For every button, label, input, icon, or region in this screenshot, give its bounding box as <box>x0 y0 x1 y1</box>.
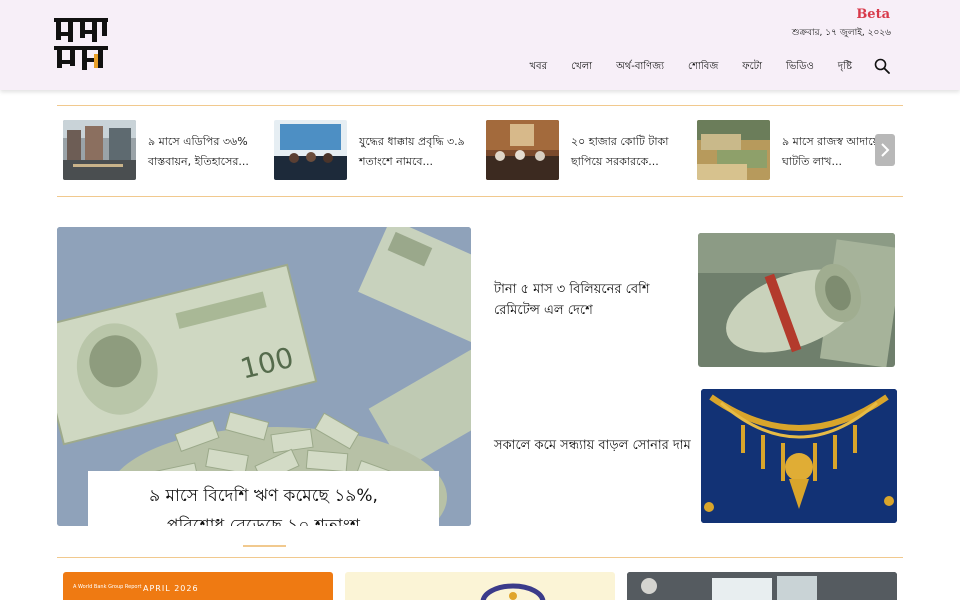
gold-necklace-image <box>701 389 897 523</box>
nav-item-news[interactable]: খবর <box>529 59 547 76</box>
side-story-headline[interactable]: টানা ৫ মাস ৩ বিলিয়নের বেশি রেমিটেন্স এল… <box>494 279 694 321</box>
nav-item-sports[interactable]: খেলা <box>571 59 592 76</box>
lead-story-title-line2: পরিশোধ বেড়েছে ১০ শতাংশ <box>167 516 360 526</box>
ticker-thumbnail <box>274 120 347 180</box>
main-nav: খবর খেলা অর্থ-বাণিজ্য শোবিজ ফটো ভিডিও দৃ… <box>505 59 852 76</box>
divider-bottom <box>57 557 903 558</box>
lead-story-underline <box>243 545 286 547</box>
lead-story-caption: ৯ মাসে বিদেশি ঋণ কমেছে ১৯%, পরিশোধ বেড়ে… <box>88 471 439 526</box>
ticker-item[interactable]: যুদ্ধের ধাক্কায় প্রবৃদ্ধি ৩.৯ শতাংশে না… <box>268 120 478 182</box>
lead-story[interactable]: 100 ৯ মাসে বিদেশি ঋণ কমেছে ১৯%, পরিশোধ ব… <box>57 227 471 526</box>
lead-story-title-line1: ৯ মাসে বিদেশি ঋণ কমেছে ১৯%, <box>149 486 378 506</box>
newspaper-logo[interactable] <box>54 14 110 72</box>
ticker-item[interactable]: ২০ হাজার কোটি টাকা ছাপিয়ে সরকারকে... <box>480 120 690 182</box>
ticker-item[interactable]: ৯ মাসে রাজস্ব আদায়ে ঘাটতি লাখ... <box>691 120 891 182</box>
clock-illustration <box>480 583 546 600</box>
report-subtitle: A World Bank Group Report <box>73 584 142 590</box>
ticker-thumbnail <box>63 120 136 180</box>
nav-item-business[interactable]: অর্থ-বাণিজ্য <box>616 59 664 76</box>
side-story-thumbnail[interactable] <box>698 233 895 367</box>
bottom-story-card[interactable] <box>345 572 615 600</box>
beta-badge: Beta <box>856 7 890 22</box>
chevron-right-icon <box>881 143 890 157</box>
divider-ticker <box>57 196 903 197</box>
side-story-headline[interactable]: সকালে কমে সন্ধ্যায় বাড়ল সোনার দাম <box>494 435 694 456</box>
ticker-thumbnail <box>486 120 559 180</box>
nav-item-view[interactable]: দৃষ্টি <box>838 59 852 76</box>
search-icon[interactable] <box>874 58 890 74</box>
ticker-headline: যুদ্ধের ধাক্কায় প্রবৃদ্ধি ৩.৯ শতাংশে না… <box>359 135 465 168</box>
report-date: APRIL 2026 <box>143 584 199 593</box>
site-header: Beta শুক্রবার, ১৭ জুলাই, ২০২৬ খবর খেলা অ… <box>0 0 960 90</box>
ticker-thumbnail <box>697 120 770 180</box>
side-story-thumbnail[interactable] <box>701 389 897 523</box>
ticker-next-button[interactable] <box>875 134 895 166</box>
news-ticker: ৯ মাসে এডিপির ৩৬% বাস্তবায়ন, ইতিহাসের..… <box>57 106 903 196</box>
nav-item-video[interactable]: ভিডিও <box>786 59 814 76</box>
office-image <box>627 572 897 600</box>
bottom-story-card[interactable]: A World Bank Group Report APRIL 2026 <box>63 572 333 600</box>
dollar-roll-image <box>698 233 895 367</box>
nav-item-photo[interactable]: ফটো <box>742 59 762 76</box>
bottom-story-card[interactable] <box>627 572 897 600</box>
ticker-headline: ২০ হাজার কোটি টাকা ছাপিয়ে সরকারকে... <box>571 135 669 168</box>
nav-item-showbiz[interactable]: শোবিজ <box>688 59 718 76</box>
ticker-item[interactable]: ৯ মাসে এডিপির ৩৬% বাস্তবায়ন, ইতিহাসের..… <box>57 120 267 182</box>
current-date: শুক্রবার, ১৭ জুলাই, ২০২৬ <box>791 28 891 38</box>
ticker-headline: ৯ মাসে এডিপির ৩৬% বাস্তবায়ন, ইতিহাসের..… <box>148 135 249 168</box>
